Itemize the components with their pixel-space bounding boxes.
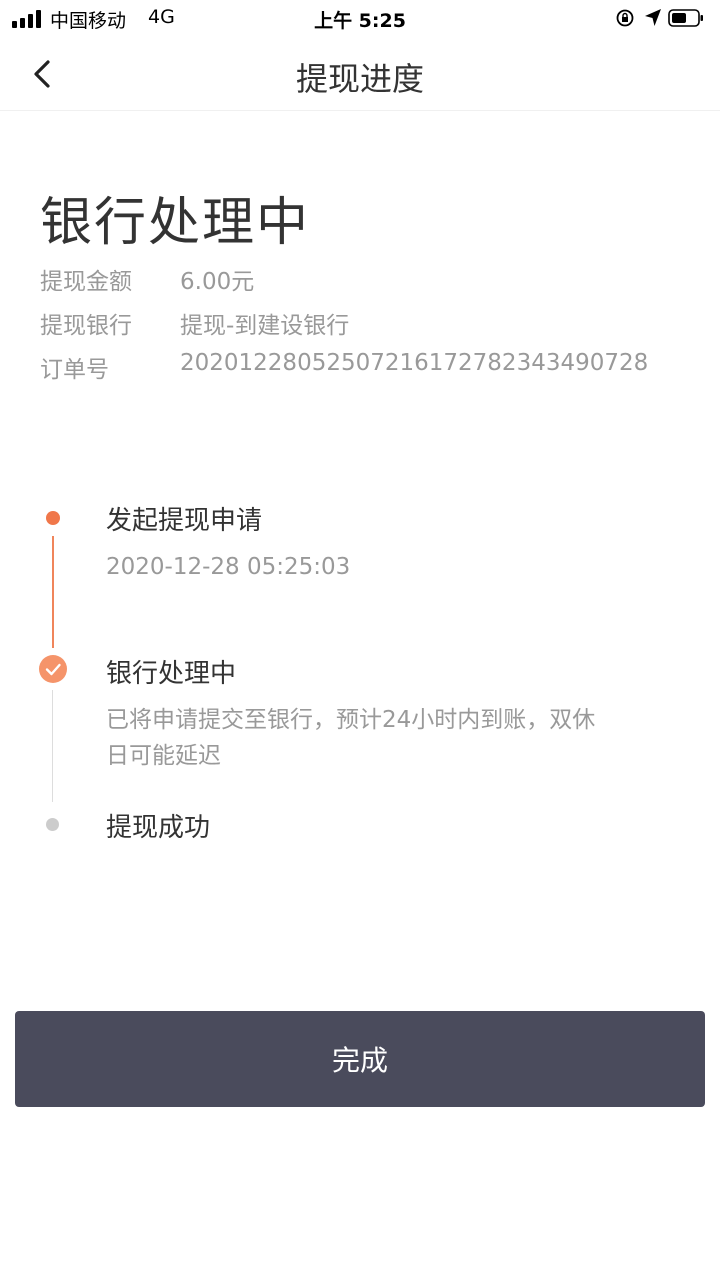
bank-value: 提现-到建设银行 <box>180 313 350 339</box>
step-pending-dot-icon <box>46 818 59 831</box>
withdrawal-progress-screen: 中国移动 4G 上午 5:25 提现进度 银行处理中 提现金额 6.00元 提现… <box>0 0 720 1280</box>
step-3-title: 提现成功 <box>106 813 211 843</box>
step-1-title: 发起提现申请 <box>106 506 263 536</box>
step-dot-icon <box>46 511 60 525</box>
timeline-connector-pending <box>52 690 53 802</box>
checkmark-icon <box>39 655 67 683</box>
amount-value: 6.00元 <box>180 269 255 295</box>
withdrawal-status-heading: 银行处理中 <box>40 193 311 253</box>
navigation-bar: 提现进度 <box>0 38 720 111</box>
clock: 上午 5:25 <box>314 10 406 32</box>
order-number-label: 订单号 <box>40 357 109 383</box>
battery-icon <box>668 9 703 27</box>
page-title: 提现进度 <box>295 60 424 98</box>
order-number-value: 2020122805250721617278234349​0728 <box>180 350 649 376</box>
step-1-time: 2020-12-28 05:25:03 <box>106 554 351 580</box>
bank-label: 提现银行 <box>40 313 132 339</box>
step-2-title: 银行处理中 <box>106 659 237 689</box>
done-button[interactable]: 完成 <box>15 1011 705 1107</box>
step-2-description: 已将申请提交至银行，预计24小时内到账，双休日可能延迟 <box>106 707 596 769</box>
timeline-connector-completed <box>52 536 54 648</box>
rotation-lock-icon <box>616 9 634 27</box>
location-arrow-icon <box>645 9 661 26</box>
amount-label: 提现金额 <box>40 269 132 295</box>
status-bar: 中国移动 4G 上午 5:25 <box>0 0 720 38</box>
